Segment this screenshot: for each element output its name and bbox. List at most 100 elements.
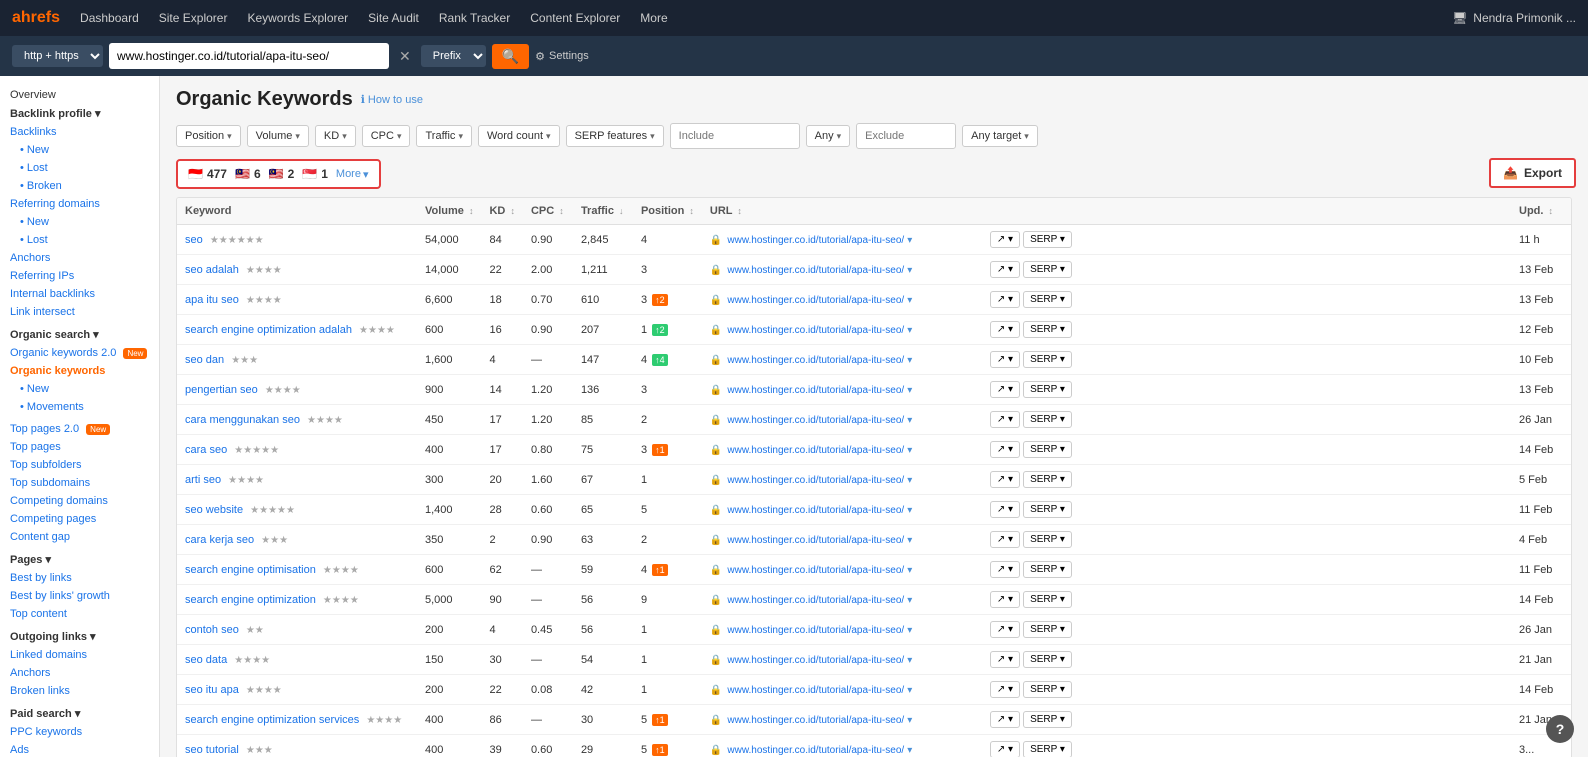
sidebar-linked-domains[interactable]: Linked domains	[0, 646, 159, 664]
serp-button[interactable]: SERP ▾	[1023, 231, 1072, 248]
keyword-link[interactable]: search engine optimisation	[185, 564, 316, 576]
clear-button[interactable]: ✕	[395, 48, 415, 65]
url-link[interactable]: www.hostinger.co.id/tutorial/apa-itu-seo…	[727, 295, 904, 306]
url-link[interactable]: www.hostinger.co.id/tutorial/apa-itu-seo…	[727, 235, 904, 246]
keyword-link[interactable]: search engine optimization services	[185, 714, 359, 726]
chart-button[interactable]: ↗ ▾	[990, 561, 1020, 578]
chart-button[interactable]: ↗ ▾	[990, 651, 1020, 668]
url-link[interactable]: www.hostinger.co.id/tutorial/apa-itu-seo…	[727, 475, 904, 486]
chart-button[interactable]: ↗ ▾	[990, 231, 1020, 248]
url-link[interactable]: www.hostinger.co.id/tutorial/apa-itu-seo…	[727, 745, 904, 756]
url-link[interactable]: www.hostinger.co.id/tutorial/apa-itu-seo…	[727, 385, 904, 396]
serp-button[interactable]: SERP ▾	[1023, 651, 1072, 668]
serp-button[interactable]: SERP ▾	[1023, 681, 1072, 698]
sidebar-top-pages-2[interactable]: Top pages 2.0 New	[0, 420, 159, 438]
url-link[interactable]: www.hostinger.co.id/tutorial/apa-itu-seo…	[727, 655, 904, 666]
dropdown-icon[interactable]: ▾	[907, 625, 912, 636]
sidebar-organic-keywords-2[interactable]: Organic keywords 2.0 New	[0, 344, 159, 362]
col-volume[interactable]: Volume ↕	[417, 198, 481, 225]
keyword-link[interactable]: cara kerja seo	[185, 534, 254, 546]
dropdown-icon[interactable]: ▾	[907, 535, 912, 546]
dropdown-icon[interactable]: ▾	[907, 325, 912, 336]
keyword-link[interactable]: seo tutorial	[185, 744, 239, 756]
serp-button[interactable]: SERP ▾	[1023, 531, 1072, 548]
col-upd[interactable]: Upd. ↕	[1511, 198, 1571, 225]
keyword-link[interactable]: pengertian seo	[185, 384, 258, 396]
dropdown-icon[interactable]: ▾	[907, 265, 912, 276]
chart-button[interactable]: ↗ ▾	[990, 621, 1020, 638]
serp-button[interactable]: SERP ▾	[1023, 741, 1072, 757]
dropdown-icon[interactable]: ▾	[907, 565, 912, 576]
col-keyword[interactable]: Keyword	[177, 198, 417, 225]
sidebar-anchors[interactable]: Anchors	[0, 249, 159, 267]
col-position[interactable]: Position ↕	[633, 198, 702, 225]
url-input[interactable]	[109, 43, 389, 69]
keyword-link[interactable]: search engine optimization	[185, 594, 316, 606]
how-to-use-link[interactable]: ℹ How to use	[361, 93, 423, 106]
flag-tab-my2[interactable]: 🇲🇾 2	[269, 167, 295, 181]
keyword-link[interactable]: cara menggunakan seo	[185, 414, 300, 426]
sidebar-organic-search[interactable]: Organic search ▾	[0, 325, 159, 344]
url-link[interactable]: www.hostinger.co.id/tutorial/apa-itu-seo…	[727, 265, 904, 276]
cpc-filter[interactable]: CPC ▾	[362, 125, 411, 147]
url-link[interactable]: www.hostinger.co.id/tutorial/apa-itu-seo…	[727, 595, 904, 606]
dropdown-icon[interactable]: ▾	[907, 475, 912, 486]
more-flags-link[interactable]: More ▾	[336, 168, 369, 181]
chart-button[interactable]: ↗ ▾	[990, 471, 1020, 488]
url-link[interactable]: www.hostinger.co.id/tutorial/apa-itu-seo…	[727, 685, 904, 696]
sidebar-outgoing-links[interactable]: Outgoing links ▾	[0, 627, 159, 646]
url-link[interactable]: www.hostinger.co.id/tutorial/apa-itu-seo…	[727, 565, 904, 576]
serp-button[interactable]: SERP ▾	[1023, 441, 1072, 458]
chart-button[interactable]: ↗ ▾	[990, 711, 1020, 728]
sidebar-ppc-keywords[interactable]: PPC keywords	[0, 723, 159, 741]
nav-keywords-explorer[interactable]: Keywords Explorer	[239, 7, 356, 29]
serp-button[interactable]: SERP ▾	[1023, 561, 1072, 578]
sidebar-competing-pages[interactable]: Competing pages	[0, 510, 159, 528]
url-link[interactable]: www.hostinger.co.id/tutorial/apa-itu-seo…	[727, 625, 904, 636]
sidebar-top-pages[interactable]: Top pages	[0, 438, 159, 456]
flag-tab-sg[interactable]: 🇸🇬 1	[302, 167, 328, 181]
serp-button[interactable]: SERP ▾	[1023, 501, 1072, 518]
nav-content-explorer[interactable]: Content Explorer	[522, 7, 628, 29]
col-kd[interactable]: KD ↕	[481, 198, 522, 225]
url-link[interactable]: www.hostinger.co.id/tutorial/apa-itu-seo…	[727, 505, 904, 516]
chart-button[interactable]: ↗ ▾	[990, 381, 1020, 398]
keyword-link[interactable]: contoh seo	[185, 624, 239, 636]
sidebar-backlinks-new[interactable]: • New	[0, 141, 159, 159]
chart-button[interactable]: ↗ ▾	[990, 441, 1020, 458]
sidebar-paid-search[interactable]: Paid search ▾	[0, 704, 159, 723]
chart-button[interactable]: ↗ ▾	[990, 591, 1020, 608]
sidebar-top-subdomains[interactable]: Top subdomains	[0, 474, 159, 492]
dropdown-icon[interactable]: ▾	[907, 655, 912, 666]
nav-more[interactable]: More	[632, 7, 675, 29]
sidebar-backlinks-lost[interactable]: • Lost	[0, 159, 159, 177]
settings-button[interactable]: ⚙ Settings	[535, 50, 589, 63]
include-input[interactable]	[670, 123, 800, 149]
sidebar-content-gap[interactable]: Content gap	[0, 528, 159, 546]
dropdown-icon[interactable]: ▾	[907, 715, 912, 726]
dropdown-icon[interactable]: ▾	[907, 685, 912, 696]
sidebar-ads[interactable]: Ads	[0, 741, 159, 757]
flag-tab-id[interactable]: 🇮🇩 477	[188, 167, 227, 181]
dropdown-icon[interactable]: ▾	[907, 505, 912, 516]
sidebar-backlink-profile[interactable]: Backlink profile ▾	[0, 104, 159, 123]
traffic-filter[interactable]: Traffic ▾	[416, 125, 471, 147]
serp-button[interactable]: SERP ▾	[1023, 381, 1072, 398]
search-button[interactable]: 🔍	[492, 44, 529, 69]
dropdown-icon[interactable]: ▾	[907, 595, 912, 606]
dropdown-icon[interactable]: ▾	[907, 235, 912, 246]
dropdown-icon[interactable]: ▾	[907, 295, 912, 306]
keyword-link[interactable]: seo adalah	[185, 264, 239, 276]
exclude-input[interactable]	[856, 123, 956, 149]
kd-filter[interactable]: KD ▾	[315, 125, 356, 147]
keyword-link[interactable]: seo data	[185, 654, 227, 666]
keyword-link[interactable]: apa itu seo	[185, 294, 239, 306]
serp-button[interactable]: SERP ▾	[1023, 621, 1072, 638]
serp-button[interactable]: SERP ▾	[1023, 351, 1072, 368]
position-filter[interactable]: Position ▾	[176, 125, 241, 147]
keyword-link[interactable]: search engine optimization adalah	[185, 324, 352, 336]
serp-button[interactable]: SERP ▾	[1023, 261, 1072, 278]
chart-button[interactable]: ↗ ▾	[990, 291, 1020, 308]
url-link[interactable]: www.hostinger.co.id/tutorial/apa-itu-seo…	[727, 535, 904, 546]
nav-dashboard[interactable]: Dashboard	[72, 7, 147, 29]
